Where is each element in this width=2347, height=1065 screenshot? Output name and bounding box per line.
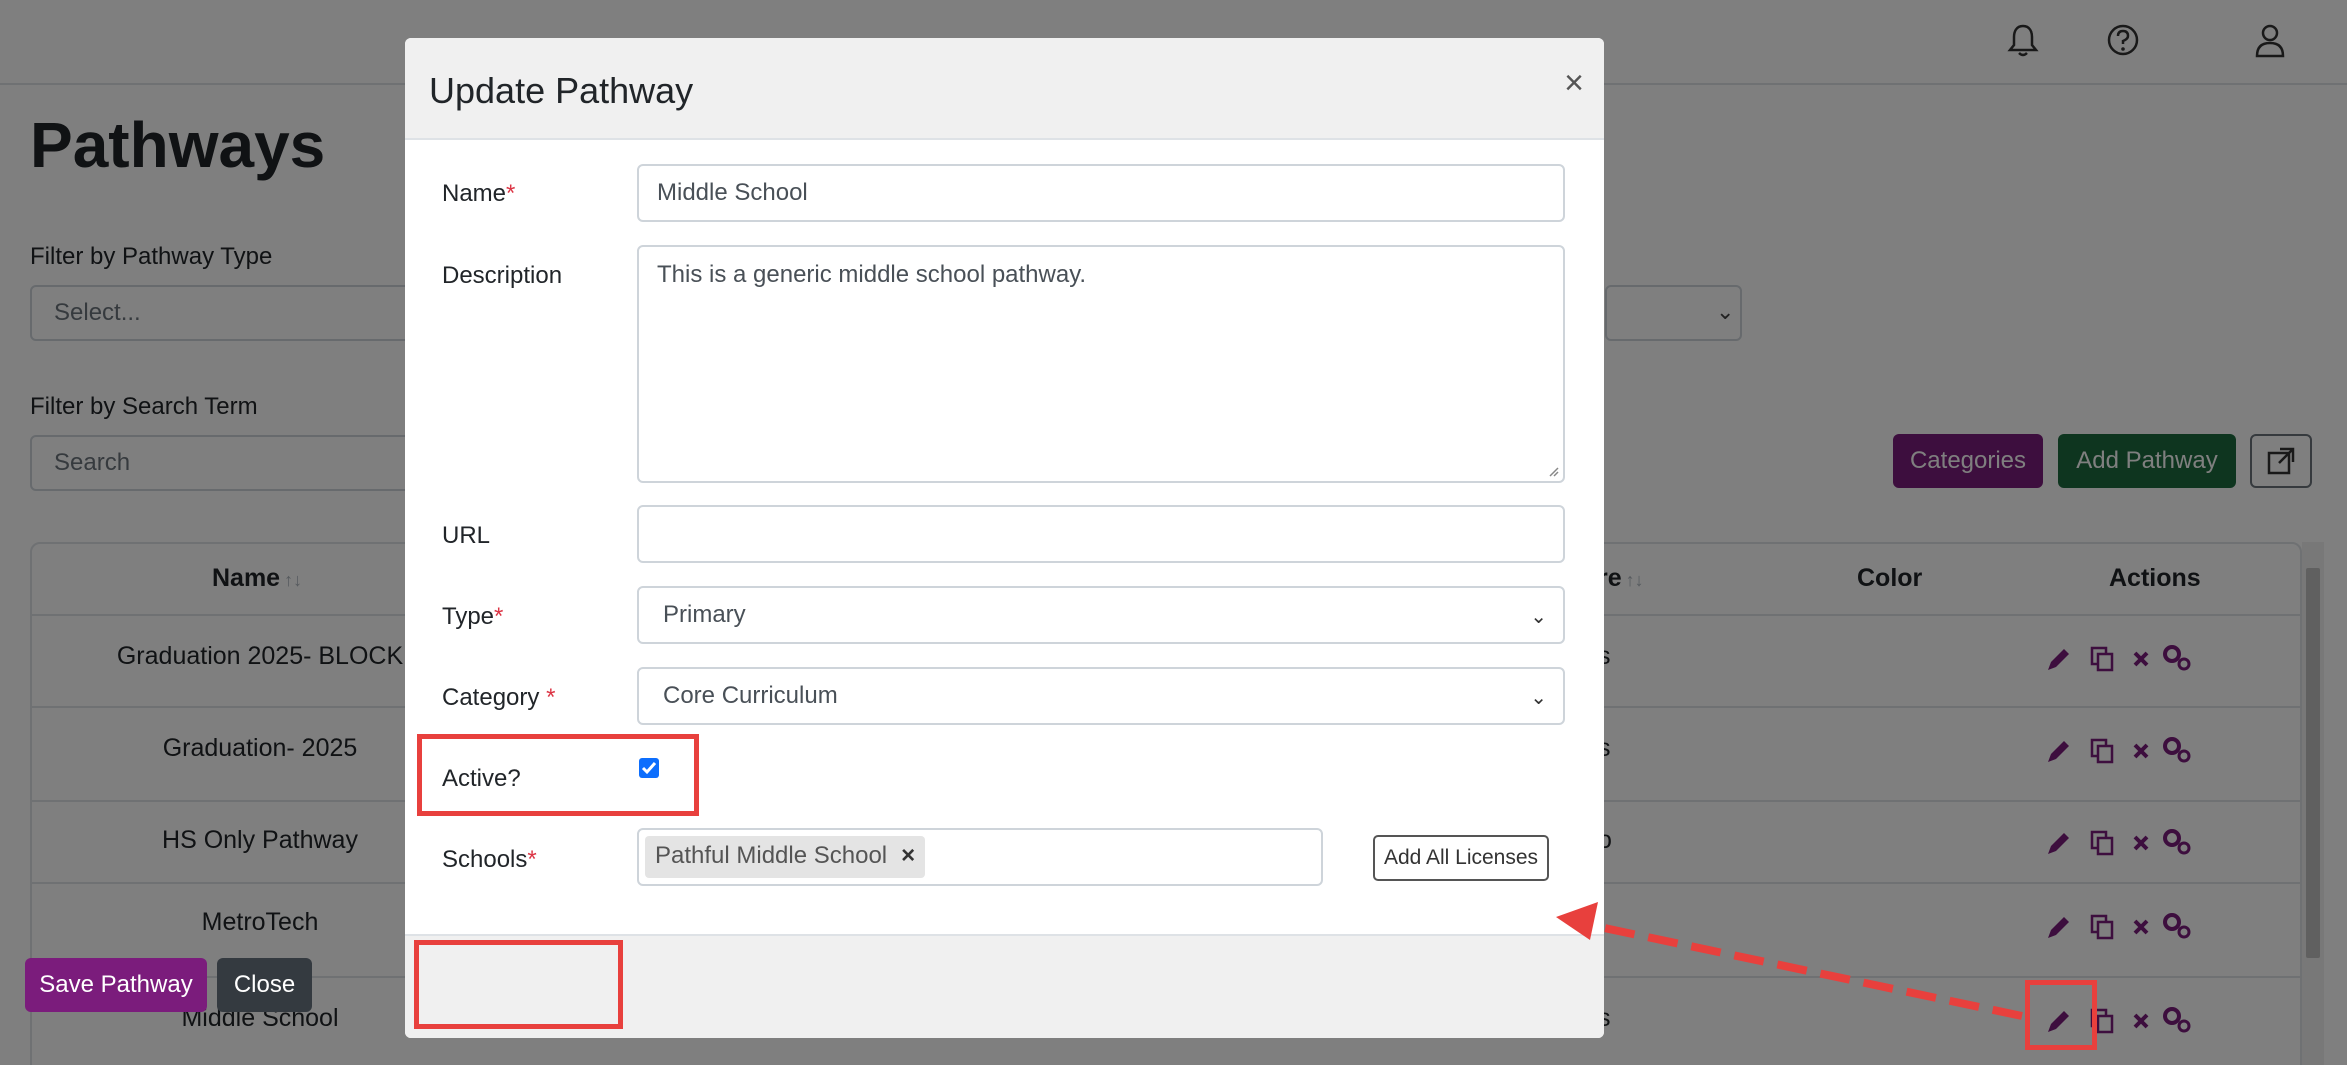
annotation-arrow: [1556, 902, 2023, 1020]
